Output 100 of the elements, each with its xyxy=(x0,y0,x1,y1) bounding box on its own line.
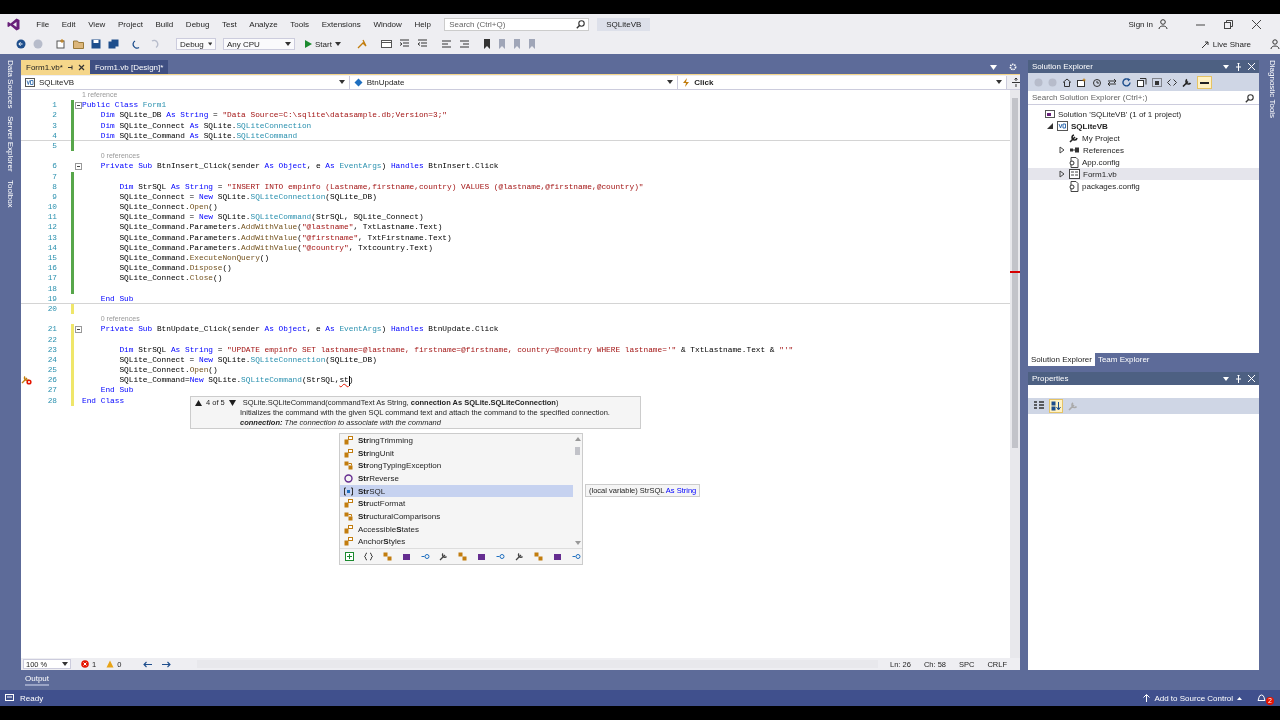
history-icon[interactable] xyxy=(1092,77,1102,87)
collapse-icon[interactable] xyxy=(74,101,82,109)
new-project-icon[interactable] xyxy=(56,39,66,49)
tool-window-tab[interactable]: Diagnostic Tools xyxy=(1267,60,1277,119)
collapse-all-icon[interactable] xyxy=(1137,77,1147,87)
filter-toggle-icon[interactable] xyxy=(496,552,506,561)
collapse-icon[interactable] xyxy=(74,325,82,333)
completion-item[interactable]: StringUnit xyxy=(340,446,573,460)
next-overload-icon[interactable] xyxy=(228,400,236,406)
menu-item[interactable]: Extensions xyxy=(315,19,368,29)
menu-item[interactable]: Debug xyxy=(179,19,216,29)
menu-item[interactable]: Edit xyxy=(55,19,82,29)
categorized-icon[interactable] xyxy=(1034,401,1044,411)
tree-item[interactable]: Form1.vb xyxy=(1083,169,1117,179)
completion-item[interactable]: StrSQL xyxy=(340,484,573,498)
collapse-icon[interactable] xyxy=(1047,123,1053,129)
indent-icon[interactable] xyxy=(398,39,410,49)
filter-toggle-icon[interactable] xyxy=(345,552,354,561)
filter-toggle-icon[interactable] xyxy=(382,552,392,561)
previous-overload-icon[interactable] xyxy=(195,400,202,406)
configuration-dropdown[interactable]: Debug xyxy=(176,38,216,50)
scroll-thumb[interactable] xyxy=(575,447,580,455)
document-tab[interactable]: Form1.vb [Design]* xyxy=(89,60,169,74)
filter-toggle-icon[interactable] xyxy=(439,552,449,561)
event-dropdown[interactable]: Click xyxy=(678,75,1007,89)
filter-toggle-icon[interactable] xyxy=(552,552,562,561)
source-control-button[interactable]: Add to Source Control xyxy=(1143,693,1243,703)
panel-tab[interactable]: Team Explorer xyxy=(1094,353,1153,366)
collapse-icon[interactable] xyxy=(74,162,82,170)
save-all-icon[interactable] xyxy=(108,39,119,49)
wrench-icon[interactable] xyxy=(1182,77,1192,87)
home-icon[interactable] xyxy=(1062,77,1072,87)
filter-toggle-icon[interactable] xyxy=(477,552,487,561)
tree-item[interactable]: Solution 'SQLiteVB' (1 of 1 project) xyxy=(1058,109,1182,119)
comment-icon[interactable] xyxy=(440,39,452,49)
filter-toggle-icon[interactable] xyxy=(571,552,581,561)
live-share-button[interactable]: Live Share xyxy=(1200,39,1251,49)
tree-item[interactable]: References xyxy=(1083,145,1124,155)
filter-toggle-icon[interactable] xyxy=(363,552,373,561)
menu-item[interactable]: View xyxy=(81,19,112,29)
outdent-icon[interactable] xyxy=(416,39,428,49)
close-icon[interactable] xyxy=(1252,19,1261,29)
dropdown-icon[interactable] xyxy=(1223,376,1229,381)
tree-item[interactable]: SQLiteVB xyxy=(1071,121,1108,131)
tool-window-tab[interactable]: Data Sources xyxy=(6,60,15,109)
scroll-up-icon[interactable] xyxy=(574,437,581,441)
back-arrow-icon[interactable] xyxy=(143,660,153,668)
search-field[interactable]: Search Solution Explorer (Ctrl+;) xyxy=(1028,91,1259,105)
maximize-icon[interactable] xyxy=(1224,19,1233,29)
menu-item[interactable]: Build xyxy=(149,19,180,29)
refresh-icon[interactable] xyxy=(1122,77,1132,87)
split-icon[interactable] xyxy=(1012,77,1020,87)
completion-item[interactable]: StructFormat xyxy=(340,497,573,511)
vertical-scrollbar[interactable] xyxy=(1010,90,1020,658)
menu-item[interactable]: Test xyxy=(215,19,243,29)
dropdown-icon[interactable] xyxy=(1223,64,1229,69)
preview-icon[interactable] xyxy=(1197,75,1212,89)
tree-item[interactable]: packages.config xyxy=(1082,181,1140,191)
browser-icon[interactable] xyxy=(380,39,392,49)
filter-toggle-icon[interactable] xyxy=(515,552,524,561)
forward-arrow-icon[interactable] xyxy=(162,660,172,668)
object-dropdown[interactable]: BtnUpdate xyxy=(349,75,679,89)
quick-action-icon[interactable] xyxy=(21,375,32,386)
project-dropdown[interactable]: SQLiteVB xyxy=(21,75,350,89)
menu-item[interactable]: Window xyxy=(367,19,409,29)
completion-item[interactable]: StrongTypingException xyxy=(340,459,573,473)
filter-toggle-icon[interactable] xyxy=(401,552,411,561)
save-icon[interactable] xyxy=(91,39,101,49)
pin-icon[interactable] xyxy=(66,63,74,71)
filter-toggle-icon[interactable] xyxy=(458,552,468,561)
error-icon[interactable] xyxy=(81,660,89,668)
completion-item[interactable]: AnchorStyles xyxy=(340,535,573,549)
output-tab[interactable]: Output xyxy=(25,674,49,686)
undo-icon[interactable] xyxy=(132,39,142,49)
user-icon[interactable] xyxy=(1270,39,1280,49)
tool-window-tab[interactable]: Server Explorer xyxy=(6,116,15,173)
panel-tab[interactable]: Solution Explorer xyxy=(1028,353,1095,366)
menu-item[interactable]: Help xyxy=(408,19,438,29)
views-icon[interactable] xyxy=(1077,77,1087,87)
start-button[interactable]: Start xyxy=(302,39,344,49)
close-icon[interactable] xyxy=(77,63,85,71)
folder-icon[interactable] xyxy=(73,39,84,49)
show-all-files-icon[interactable] xyxy=(1152,77,1162,87)
completion-item[interactable]: StrReverse xyxy=(340,472,573,485)
tool-window-tab[interactable]: Toolbox xyxy=(6,180,15,208)
back-icon[interactable] xyxy=(16,39,26,49)
alphabetical-icon[interactable] xyxy=(1049,399,1063,413)
filter-toggle-icon[interactable] xyxy=(533,552,543,561)
code-icon[interactable] xyxy=(1167,77,1177,87)
tree-item[interactable]: App.config xyxy=(1082,157,1120,167)
completion-item[interactable]: StringTrimming xyxy=(340,434,573,447)
filter-toggle-icon[interactable] xyxy=(420,552,430,561)
tab-list-icon[interactable] xyxy=(990,64,997,70)
menu-item[interactable]: File xyxy=(30,19,56,29)
scroll-down-icon[interactable] xyxy=(574,541,581,545)
platform-dropdown[interactable]: Any CPU xyxy=(223,38,295,50)
expand-icon[interactable] xyxy=(1059,146,1065,154)
menu-item[interactable]: Project xyxy=(111,19,150,29)
hot-reload-icon[interactable] xyxy=(356,39,368,49)
completion-item[interactable]: StructuralComparisons xyxy=(340,510,573,523)
